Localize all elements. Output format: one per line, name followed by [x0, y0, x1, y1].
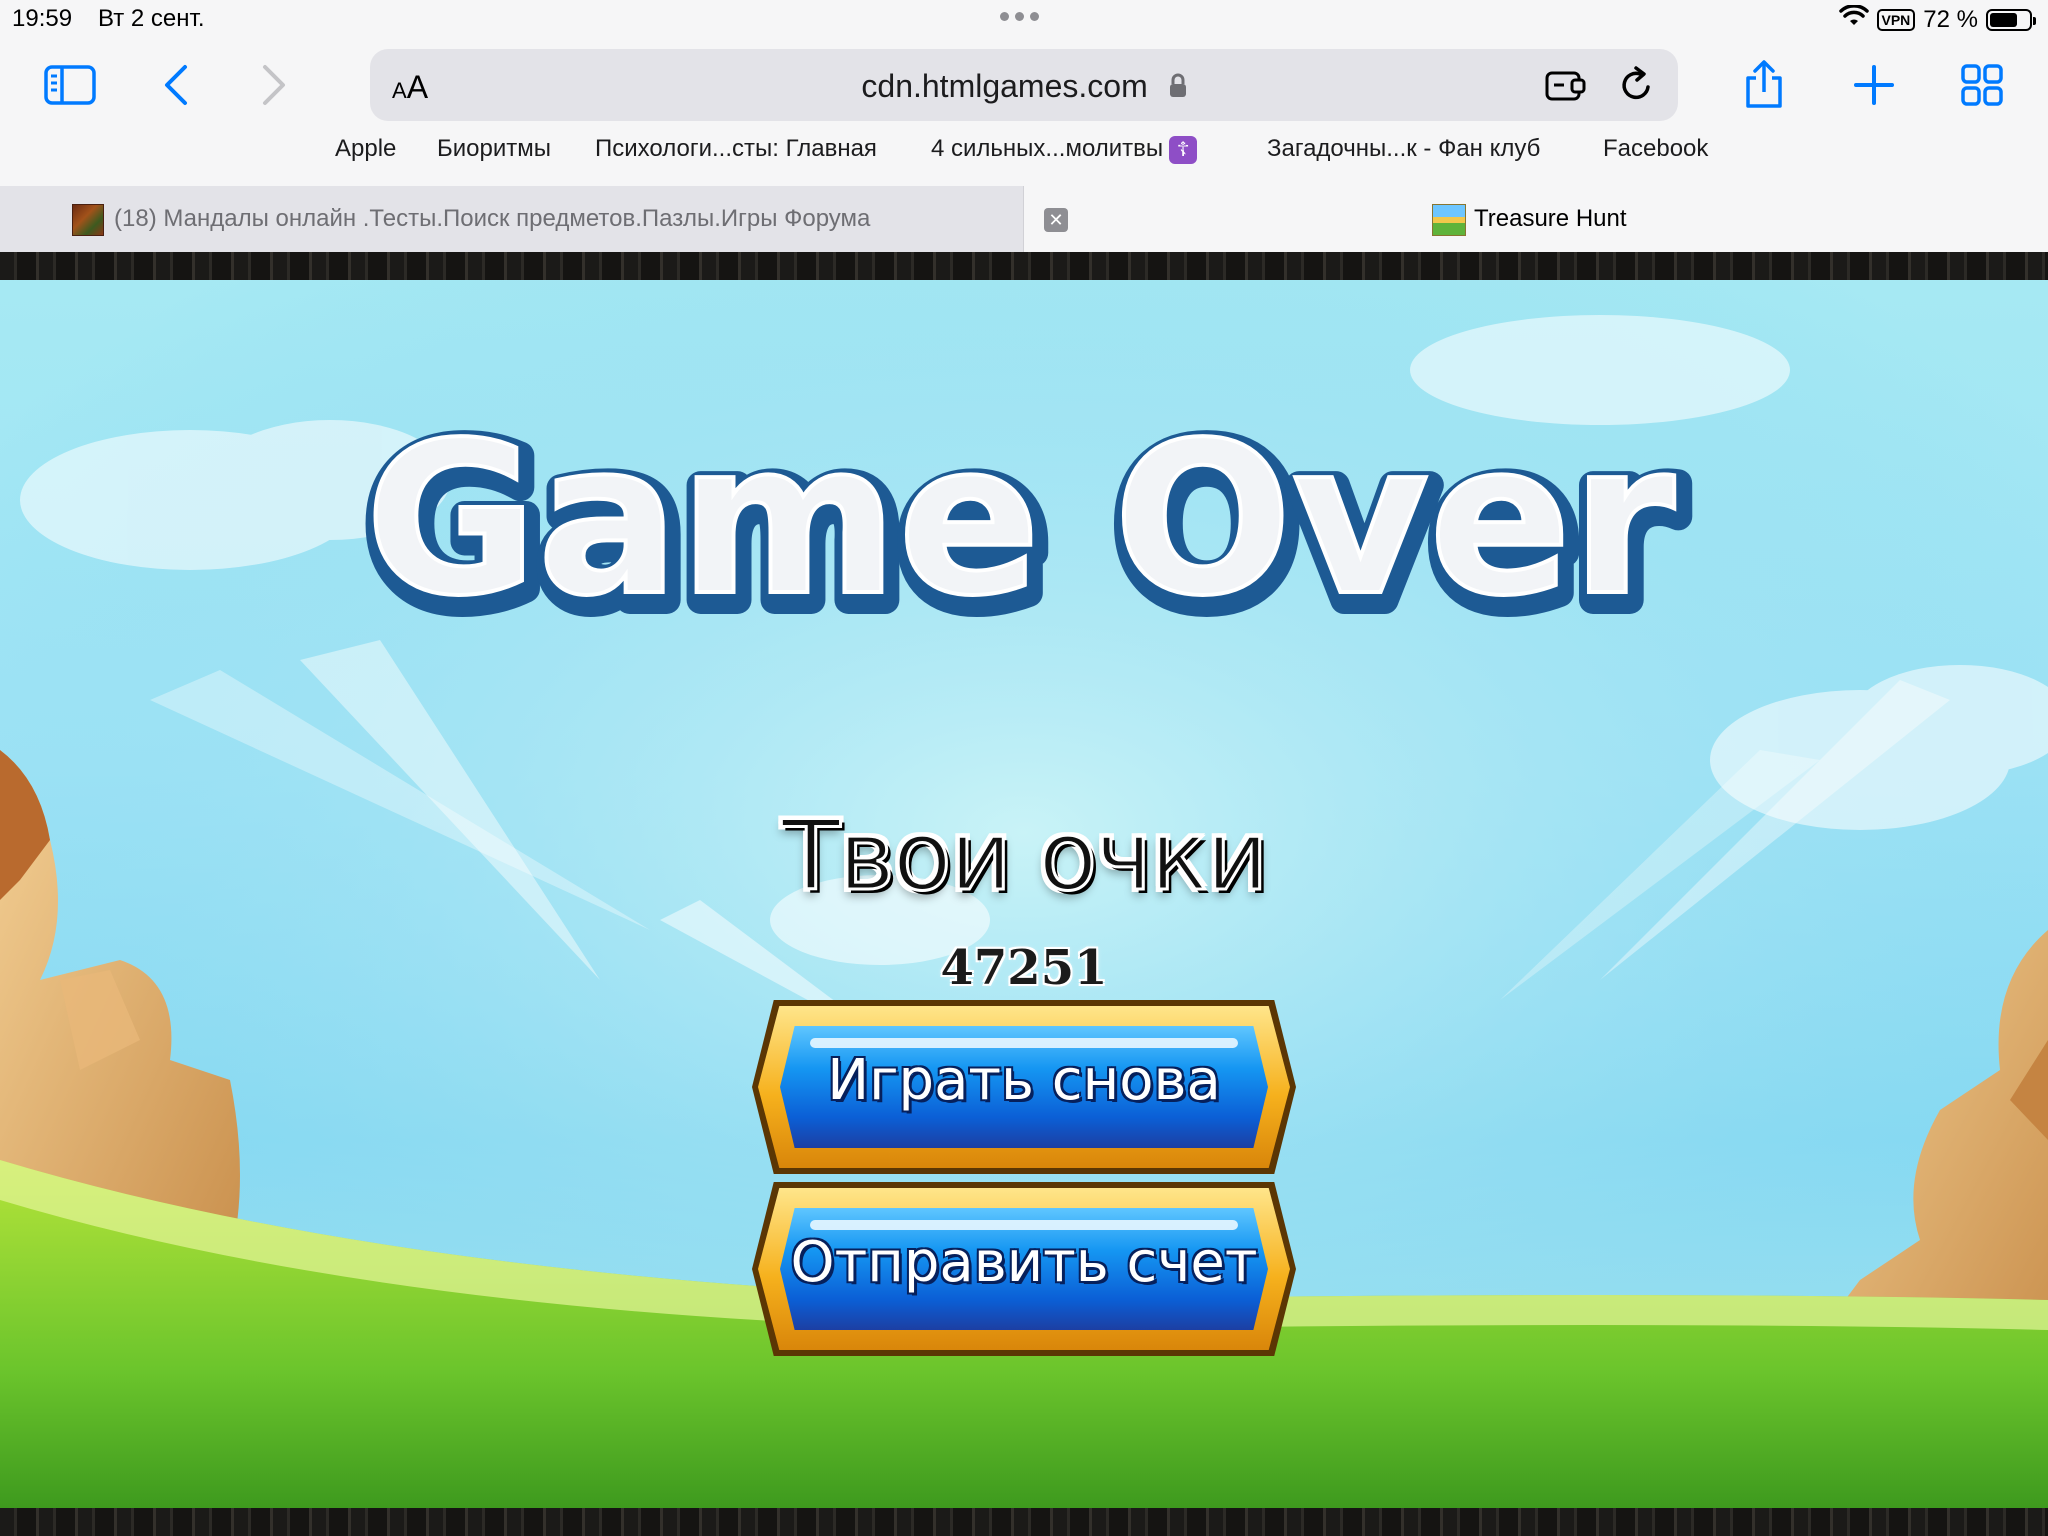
back-icon[interactable]: [146, 60, 206, 110]
bookmark-prayers-label: 4 сильных...молитвы: [931, 135, 1164, 162]
svg-text:Game Over: Game Over: [365, 400, 1675, 642]
tab-mandalas-title: (18) Мандалы онлайн .Тесты.Поиск предмет…: [114, 205, 871, 232]
sidebar-icon[interactable]: [40, 60, 100, 110]
url-text: cdn.htmlgames.com: [861, 68, 1148, 104]
score-value: 47251: [940, 940, 1108, 996]
mandalas-favicon: [72, 204, 104, 236]
status-bar: 19:59 Вт 2 сент. VPN 72 %: [0, 0, 2048, 40]
wood-frame-bottom: [0, 1508, 2048, 1536]
share-icon[interactable]: [1734, 60, 1794, 110]
bookmark-apple[interactable]: Apple: [335, 135, 396, 163]
tab-bar: (18) Мандалы онлайн .Тесты.Поиск предмет…: [0, 186, 2048, 252]
score-label: Твои очки: [780, 799, 1270, 914]
url-field[interactable]: cdn.htmlgames.com: [370, 68, 1678, 107]
status-date: Вт 2 сент.: [98, 5, 205, 32]
wifi-icon: [1838, 4, 1869, 34]
status-time: 19:59: [12, 5, 73, 32]
browser-toolbar: AA cdn.htmlgames.com Apple Биоритмы Псих…: [0, 40, 2048, 170]
new-tab-icon[interactable]: [1844, 60, 1904, 110]
treasure-hunt-favicon: [1432, 204, 1466, 236]
bookmark-biorhythms[interactable]: Биоритмы: [437, 135, 551, 163]
battery-icon: [1986, 8, 2036, 31]
close-tab-icon[interactable]: ✕: [1044, 208, 1068, 232]
reload-icon[interactable]: [1618, 65, 1656, 110]
bookmark-facebook[interactable]: Facebook: [1603, 135, 1708, 163]
bookmark-psychology[interactable]: Психологи...сты: Главная: [595, 135, 877, 163]
tab-overview-icon[interactable]: [1952, 60, 2012, 110]
game-over-title: Game Over Game Over: [355, 400, 1693, 660]
lock-icon: [1169, 70, 1187, 107]
favorites-bar: Apple Биоритмы Психологи...сты: Главная …: [0, 135, 2048, 169]
submit-score-label: Отправить счет: [790, 1230, 1258, 1295]
bookmark-prayers[interactable]: 4 сильных...молитвы ☦: [931, 135, 1198, 164]
status-indicators: VPN 72 %: [1838, 4, 2036, 34]
forward-icon[interactable]: [244, 60, 304, 110]
tab-treasure-hunt-title: Treasure Hunt: [1474, 205, 1627, 232]
extension-icon[interactable]: [1544, 65, 1588, 110]
bookmark-fan-club[interactable]: Загадочны...к - Фан клуб: [1267, 135, 1540, 163]
wood-frame-top: [0, 252, 2048, 280]
orthodox-cross-icon: ☦: [1169, 135, 1198, 164]
multitasking-dots-icon[interactable]: [1000, 12, 1039, 21]
submit-score-button[interactable]: Отправить счет: [752, 1182, 1296, 1356]
vpn-badge: VPN: [1876, 8, 1916, 31]
play-again-label: Играть снова: [827, 1048, 1221, 1113]
tab-mandalas[interactable]: (18) Мандалы онлайн .Тесты.Поиск предмет…: [0, 186, 1024, 252]
game-canvas[interactable]: Game Over Game Over Твои очки 47251 Игра…: [0, 280, 2048, 1508]
battery-percent: 72 %: [1923, 5, 1978, 33]
play-again-button[interactable]: Играть снова: [752, 1000, 1296, 1174]
address-bar[interactable]: AA cdn.htmlgames.com: [370, 49, 1678, 121]
